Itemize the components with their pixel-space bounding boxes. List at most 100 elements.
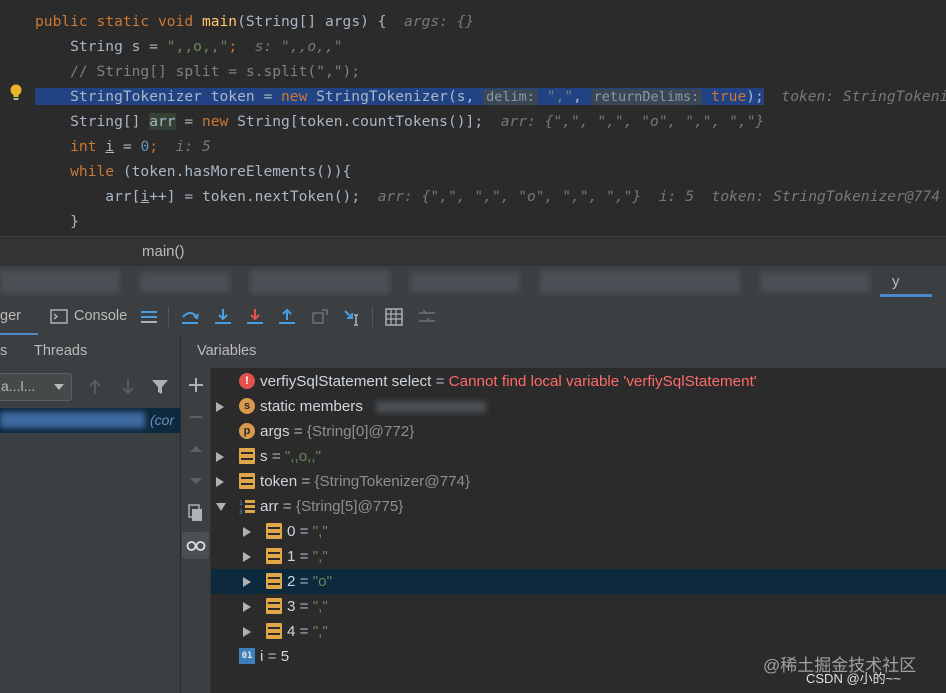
variable-value: {String[5]@775}	[295, 498, 404, 515]
active-tab-label[interactable]: y	[892, 273, 900, 290]
step-into-icon[interactable]	[213, 307, 233, 327]
tab-threads[interactable]: Threads	[34, 343, 87, 359]
variable-equals: =	[295, 573, 313, 590]
code-editor[interactable]: public static void main(String[] args) {…	[0, 0, 946, 236]
variable-row[interactable]: 1 3 arr = {String[5]@775}	[211, 494, 946, 519]
variable-value: ","	[312, 548, 328, 565]
variable-row[interactable]: s static members	[211, 394, 946, 419]
code-line-5: String[] arr = new String[token.countTok…	[0, 109, 946, 134]
code-method-name: main	[201, 13, 238, 30]
console-icon[interactable]	[50, 307, 70, 327]
code-text: StringTokenizer(s,	[307, 88, 484, 105]
variable-row[interactable]: 2 = "o"	[211, 569, 946, 594]
field-icon	[239, 448, 255, 464]
expand-arrow-icon[interactable]	[243, 627, 251, 637]
variable-row[interactable]: ! verfiySqlStatement select = Cannot find…	[211, 369, 946, 394]
code-line-3: // String[] split = s.split(",");	[0, 59, 946, 84]
array-icon: 13	[239, 498, 255, 516]
method-breadcrumb[interactable]: main()	[142, 243, 185, 260]
expand-arrow-icon[interactable]	[216, 402, 224, 412]
blurred-tab	[140, 272, 230, 292]
evaluate-expression-icon[interactable]	[384, 307, 404, 327]
force-step-into-icon[interactable]	[245, 307, 265, 327]
add-watch-icon[interactable]	[185, 374, 207, 396]
watermark-csdn: CSDN @小的~~	[806, 671, 901, 686]
code-text: ,	[573, 88, 591, 105]
variable-text: 4 = ","	[287, 619, 328, 644]
variable-row[interactable]: 1 = ","	[211, 544, 946, 569]
arrow-down-icon[interactable]	[120, 378, 136, 396]
copy-icon[interactable]	[185, 502, 207, 524]
tab-frames[interactable]: s	[0, 343, 7, 359]
tab-debugger[interactable]: ger	[0, 308, 21, 324]
variable-text: args = {String[0]@772}	[260, 419, 414, 444]
code-comment: // String[] split = s.split(",");	[35, 63, 361, 80]
variable-equals: =	[295, 623, 313, 640]
code-line-8: arr[i++] = token.nextToken(); arr: {",",…	[0, 184, 946, 209]
tab-console[interactable]: Console	[74, 308, 127, 324]
remove-watch-icon[interactable]	[185, 406, 207, 428]
drop-frame-icon[interactable]	[310, 307, 330, 327]
variable-value: "o"	[312, 573, 332, 590]
blurred-tab	[250, 270, 390, 294]
static-members-icon: s	[239, 398, 255, 414]
menu-lines-icon[interactable]	[139, 307, 159, 327]
code-string: ",,o,,"	[166, 38, 229, 55]
variable-name: arr	[260, 498, 279, 515]
blurred-tab	[760, 272, 870, 292]
error-icon: !	[239, 373, 255, 389]
expand-arrow-icon[interactable]	[216, 452, 224, 462]
glasses-icon[interactable]	[185, 535, 207, 557]
code-text: String[]	[35, 113, 150, 130]
variable-value: {StringTokenizer@774}	[314, 473, 471, 490]
variable-row[interactable]: token = {StringTokenizer@774}	[211, 469, 946, 494]
variable-name: token	[260, 473, 298, 490]
filter-icon[interactable]	[151, 378, 169, 396]
collapse-arrow-icon[interactable]	[216, 503, 226, 511]
arrow-up-icon[interactable]	[87, 378, 103, 396]
code-signature: (String[] args) {	[237, 13, 405, 30]
active-tab-underline	[880, 294, 932, 297]
inline-debug-value: token: StringTokenizer@774	[781, 88, 946, 105]
inline-debug-value: i: 5	[175, 138, 211, 155]
variable-row[interactable]: 3 = ","	[211, 594, 946, 619]
variable-text: arr = {String[5]@775}	[260, 494, 403, 519]
variable-text: verfiySqlStatement select = Cannot find …	[260, 369, 757, 394]
variable-text: static members	[260, 394, 363, 419]
variable-equals: =	[431, 373, 449, 390]
debugger-toolbar: ger Console	[0, 299, 946, 336]
variable-row[interactable]: 0 = ","	[211, 519, 946, 544]
svg-text:1: 1	[239, 500, 243, 507]
variables-tree[interactable]: ! verfiySqlStatement select = Cannot find…	[211, 368, 946, 693]
expand-arrow-icon[interactable]	[243, 552, 251, 562]
variable-name: static members	[260, 398, 363, 415]
variable-row[interactable]: 4 = ","	[211, 619, 946, 644]
expand-arrow-icon[interactable]	[243, 527, 251, 537]
step-over-icon[interactable]	[180, 307, 200, 327]
code-variable: arr	[149, 113, 176, 130]
code-line-6: int i = 0; i: 5	[0, 134, 946, 159]
move-up-icon[interactable]	[185, 438, 207, 460]
expand-arrow-icon[interactable]	[216, 477, 224, 487]
parameter-hint: returnDelims:	[590, 89, 703, 105]
variable-text: 0 = ","	[287, 519, 328, 544]
trace-icon[interactable]	[417, 307, 437, 327]
code-keywords: public static void	[35, 13, 202, 30]
thread-select[interactable]: a...l...	[0, 373, 72, 401]
variable-text: 1 = ","	[287, 544, 328, 569]
run-to-cursor-icon[interactable]	[343, 307, 363, 327]
move-down-icon[interactable]	[185, 470, 207, 492]
code-line-7: while (token.hasMoreElements()){	[0, 159, 946, 184]
expand-arrow-icon[interactable]	[243, 577, 251, 587]
inline-debug-value: s: ",,o,,"	[254, 38, 343, 55]
variable-value: 5	[280, 648, 290, 665]
step-out-icon[interactable]	[277, 307, 297, 327]
expand-arrow-icon[interactable]	[243, 602, 251, 612]
variable-equals: =	[267, 448, 285, 465]
variable-row[interactable]: s = ",,o,,"	[211, 444, 946, 469]
variable-row[interactable]: p args = {String[0]@772}	[211, 419, 946, 444]
code-line-1: public static void main(String[] args) {…	[0, 9, 946, 34]
frames-panel: a...l... (cor	[0, 368, 181, 693]
blurred-tab	[0, 270, 120, 294]
variable-value: {String[0]@772}	[306, 423, 415, 440]
